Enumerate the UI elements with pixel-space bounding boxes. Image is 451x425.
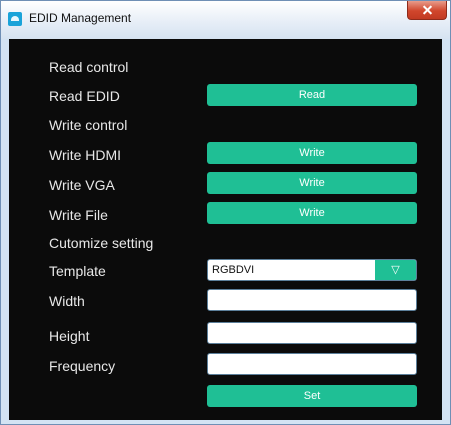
- width-label: Width: [49, 293, 85, 309]
- window-title: EDID Management: [29, 11, 132, 25]
- write-file-button[interactable]: Write: [207, 202, 417, 224]
- height-input[interactable]: [207, 322, 417, 344]
- edid-management-window: EDID Management Read control Read EDID R…: [0, 0, 451, 425]
- content-panel: Read control Read EDID Read Write contro…: [9, 39, 442, 420]
- read-control-heading: Read control: [49, 59, 129, 75]
- write-control-heading: Write control: [49, 117, 128, 133]
- frequency-label: Frequency: [49, 358, 116, 374]
- write-hdmi-label: Write HDMI: [49, 147, 122, 163]
- template-label: Template: [49, 263, 106, 279]
- write-file-label: Write File: [49, 207, 108, 223]
- template-select-value: RGBDVI: [212, 264, 255, 276]
- template-select[interactable]: RGBDVI ▽: [207, 259, 417, 281]
- frequency-input[interactable]: [207, 353, 417, 375]
- close-icon[interactable]: [407, 1, 447, 20]
- read-edid-button[interactable]: Read: [207, 84, 417, 106]
- write-hdmi-button[interactable]: Write: [207, 142, 417, 164]
- write-vga-label: Write VGA: [49, 177, 115, 193]
- triangle-down-icon[interactable]: ▽: [375, 260, 416, 280]
- title-bar: EDID Management: [1, 1, 450, 39]
- read-edid-label: Read EDID: [49, 88, 120, 104]
- set-button[interactable]: Set: [207, 385, 417, 407]
- write-vga-button[interactable]: Write: [207, 172, 417, 194]
- app-icon: [8, 12, 22, 26]
- width-input[interactable]: [207, 289, 417, 311]
- height-label: Height: [49, 328, 90, 344]
- customize-setting-heading: Cutomize setting: [49, 235, 154, 251]
